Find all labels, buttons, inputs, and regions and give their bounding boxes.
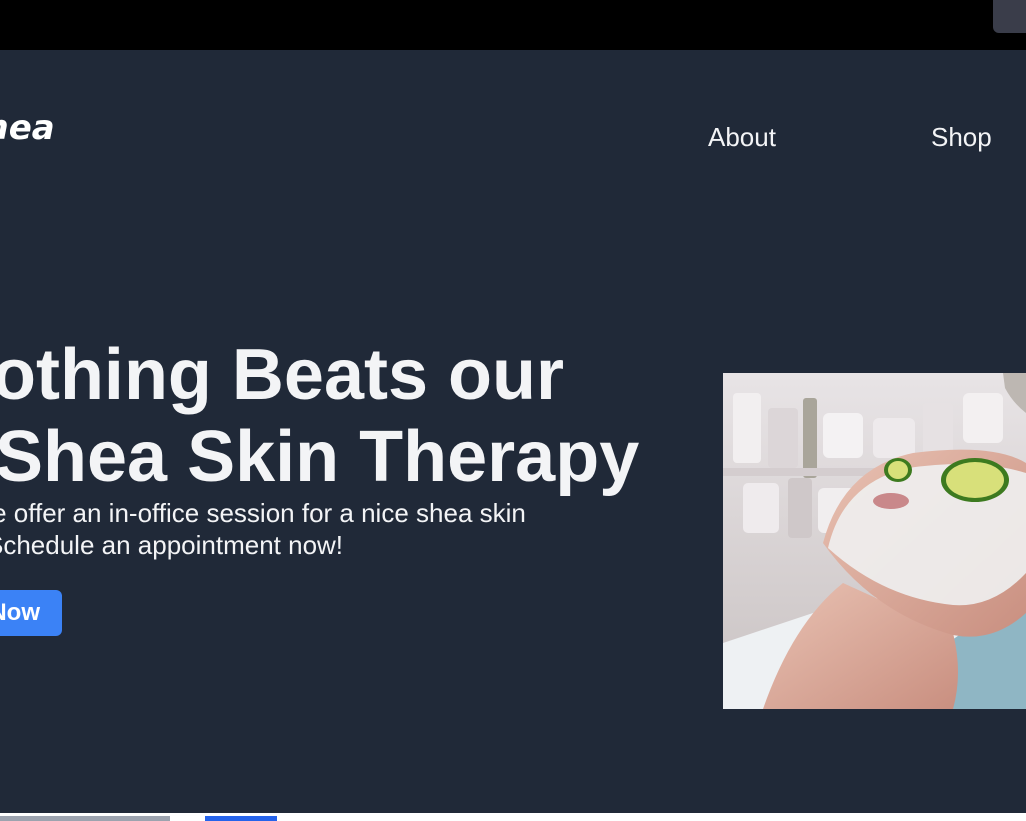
- nav-link-about[interactable]: About: [708, 122, 776, 152]
- landing-page: Shea About Shop Nothing Beats our Shea S…: [0, 50, 1026, 813]
- facial-treatment-illustration: [723, 373, 1026, 709]
- hero-description-line-2: Schedule an appointment now!: [0, 530, 344, 560]
- nav-link-shop[interactable]: Shop: [931, 122, 992, 152]
- browser-top-bar: [0, 0, 1026, 50]
- hero-description-line-1: We offer an in-office session for a nice…: [0, 498, 526, 528]
- bottom-scrollbar[interactable]: [0, 813, 1026, 821]
- window-control-tab[interactable]: [993, 0, 1026, 33]
- scrollbar-track-segment: [0, 816, 170, 821]
- brand-logo[interactable]: Shea: [0, 108, 55, 148]
- hero-title: Nothing Beats our Shea Skin Therapy: [0, 334, 639, 498]
- hero-title-line-1: Nothing Beats our: [0, 335, 564, 415]
- book-now-button[interactable]: Book Now: [0, 590, 62, 636]
- scrollbar-thumb[interactable]: [205, 816, 277, 821]
- hero-facial-image: [723, 373, 1026, 709]
- hero-description: We offer an in-office session for a nice…: [0, 497, 526, 561]
- hero-title-line-2: Shea Skin Therapy: [0, 417, 640, 497]
- brand-logo-text: Shea: [0, 108, 55, 148]
